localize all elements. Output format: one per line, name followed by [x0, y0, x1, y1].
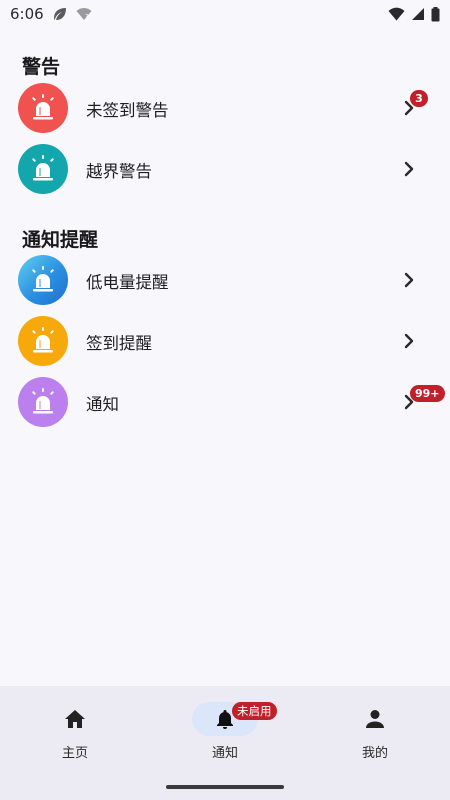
list-item-boundary-warning[interactable]: 越界警告	[0, 140, 450, 198]
list-item-label: 通知	[86, 395, 119, 414]
siren-icon	[32, 327, 54, 353]
status-bar: 6:06 ?	[0, 0, 450, 28]
siren-icon	[32, 388, 54, 414]
list-item-unsigned-warning[interactable]: 未签到警告 3	[0, 79, 450, 137]
gesture-home-indicator[interactable]	[166, 785, 284, 789]
list-item-label: 未签到警告	[86, 101, 169, 120]
screen: 6:06 ? 警告 未签到警告 3 越界警告 通知提醒 低电量提醒 签到提醒 通…	[0, 0, 450, 800]
person-icon	[366, 710, 384, 728]
section-title-notifications: 通知提醒	[22, 229, 99, 251]
nav-item-home[interactable]: 主页	[0, 702, 150, 762]
list-item-low-battery[interactable]: 低电量提醒	[0, 251, 450, 309]
chevron-right-icon	[402, 331, 416, 351]
nav-icon-container	[42, 702, 108, 736]
bottom-nav: 主页 通知 未启用 我的	[0, 686, 450, 800]
nav-label-profile: 我的	[361, 746, 388, 761]
list-item-checkin-reminder[interactable]: 签到提醒	[0, 312, 450, 370]
list-item-notice[interactable]: 通知 99+	[0, 373, 450, 431]
home-icon	[65, 710, 85, 728]
siren-icon	[32, 94, 54, 120]
nav-item-notifications[interactable]: 通知 未启用	[150, 702, 300, 762]
siren-icon	[32, 266, 54, 292]
chevron-right-icon	[402, 159, 416, 179]
nav-label-notifications: 通知	[211, 746, 238, 761]
section-title-warnings: 警告	[22, 56, 61, 78]
list-item-label: 越界警告	[86, 162, 152, 181]
siren-avatar	[18, 377, 68, 427]
siren-avatar	[18, 255, 68, 305]
nav-item-profile[interactable]: 我的	[300, 702, 450, 762]
siren-avatar	[18, 83, 68, 133]
siren-avatar	[18, 144, 68, 194]
wifi-icon	[388, 7, 405, 21]
list-item-label: 低电量提醒	[86, 273, 169, 292]
leaf-icon	[52, 6, 68, 22]
nav-icon-container	[342, 702, 408, 736]
wifi-question-icon: ?	[76, 7, 92, 21]
nav-label-home: 主页	[61, 746, 88, 761]
count-badge: 99+	[410, 385, 445, 402]
list-item-label: 签到提醒	[86, 334, 152, 353]
chevron-right-icon	[402, 270, 416, 290]
battery-icon	[431, 6, 440, 22]
siren-icon	[32, 155, 54, 181]
signal-icon	[411, 7, 425, 21]
count-badge: 3	[410, 90, 428, 107]
siren-avatar	[18, 316, 68, 366]
svg-text:?: ?	[85, 13, 89, 21]
status-badge: 未启用	[232, 702, 277, 720]
status-time: 6:06	[10, 5, 44, 23]
